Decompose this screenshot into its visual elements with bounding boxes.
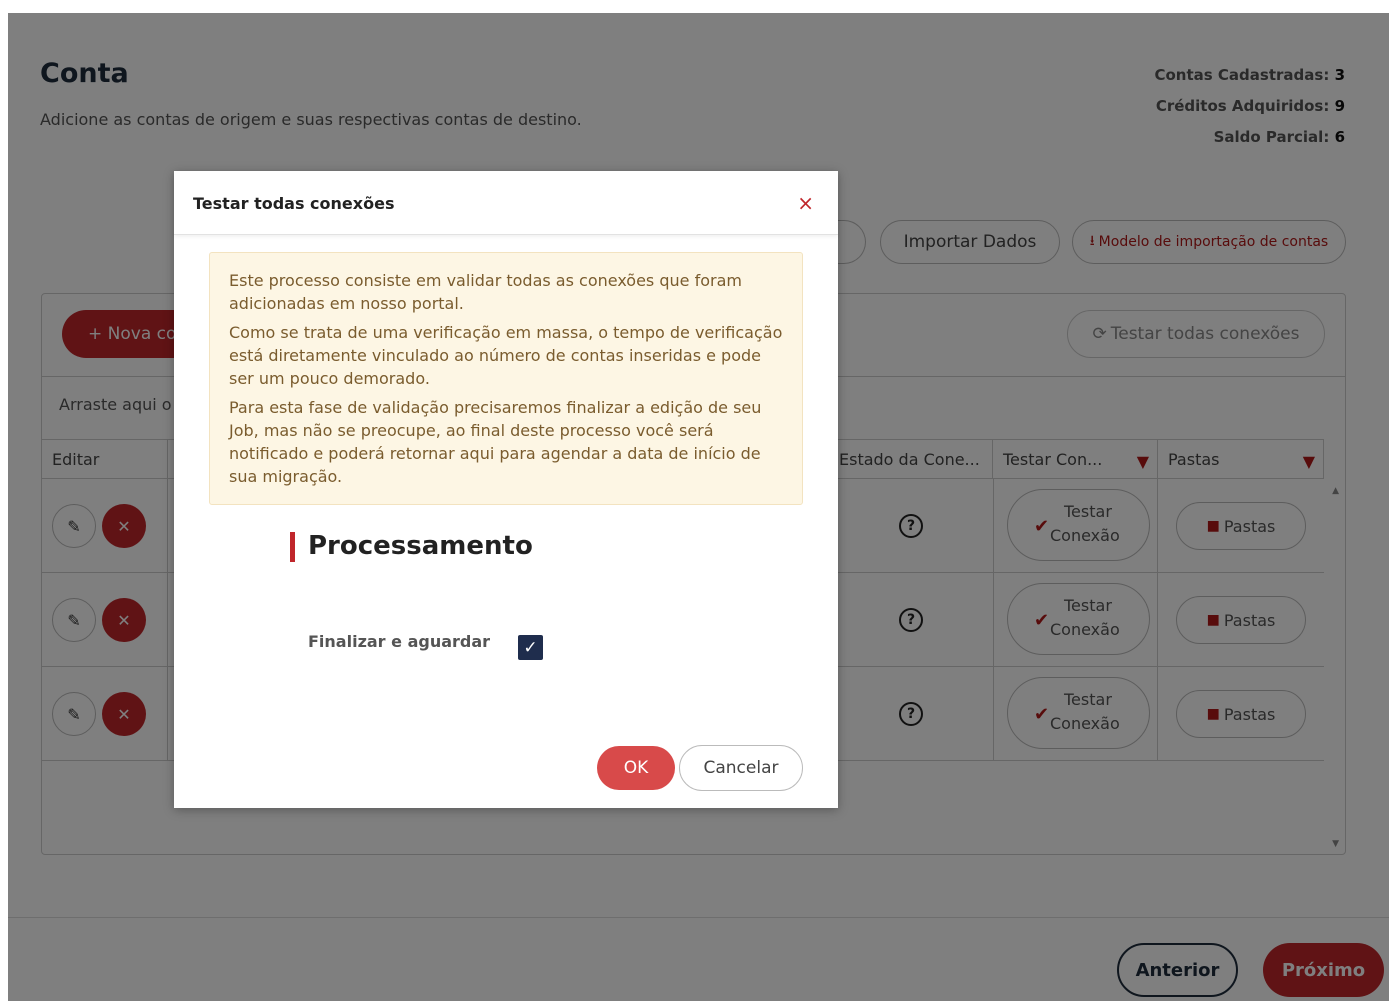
finalize-checkbox-label: Finalizar e aguardar — [308, 632, 491, 651]
finalize-checkbox[interactable]: ✓ — [518, 635, 543, 660]
info-alert: Este processo consiste em validar todas … — [209, 252, 803, 505]
section-accent-bar — [290, 532, 295, 562]
checkmark-icon: ✓ — [523, 637, 538, 658]
alert-paragraph: Como se trata de uma verificação em mass… — [229, 323, 783, 388]
alert-paragraph: Para esta fase de validação precisaremos… — [229, 398, 762, 486]
modal-header: Testar todas conexões × — [174, 171, 838, 235]
page: Conta Adicione as contas de origem e sua… — [0, 0, 1389, 1001]
alert-paragraph: Este processo consiste em validar todas … — [229, 271, 742, 313]
ok-button[interactable]: OK — [597, 746, 675, 790]
test-connections-modal: Testar todas conexões × Este processo co… — [174, 171, 838, 808]
modal-title: Testar todas conexões — [193, 194, 395, 213]
cancel-button[interactable]: Cancelar — [679, 745, 803, 791]
close-icon[interactable]: × — [797, 191, 814, 215]
section-title: Processamento — [308, 531, 533, 561]
